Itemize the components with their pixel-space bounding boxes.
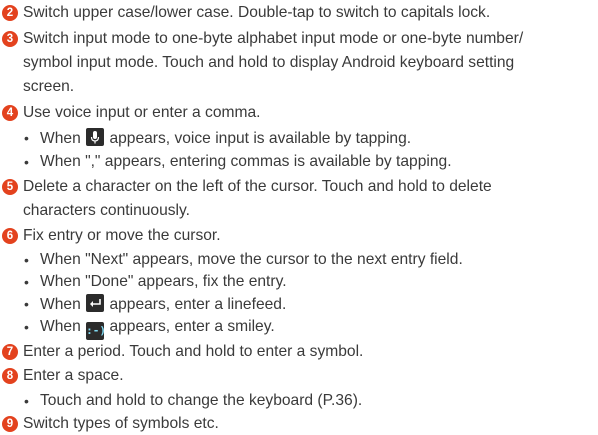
microphone-icon: [86, 128, 105, 146]
bullet-text: When appears, voice input is available b…: [40, 128, 412, 147]
bullet-text: When "Next" appears, move the cursor to …: [40, 251, 463, 268]
bullet-dot: •: [24, 319, 29, 335]
item-text: screen.: [23, 78, 75, 95]
number-badge: 3: [2, 31, 18, 47]
item-text: Delete a character on the left of the cu…: [23, 178, 492, 195]
number-badge: 2: [2, 5, 18, 21]
bullet-text: When "," appears, entering commas is ava…: [40, 153, 452, 170]
bullet-dot: •: [24, 393, 29, 409]
number-badge: 7: [2, 344, 18, 360]
item-text: Switch types of symbols etc.: [23, 415, 219, 432]
item-text: symbol input mode. Touch and hold to dis…: [23, 54, 515, 71]
item-text: Use voice input or enter a comma.: [23, 104, 261, 121]
enter-arrow-icon: [86, 294, 105, 312]
bullet-text: When appears, enter a linefeed.: [40, 294, 287, 313]
number-badge: 4: [2, 105, 18, 121]
bullet-text: When "Done" appears, fix the entry.: [40, 273, 287, 290]
bullet-text: Touch and hold to change the keyboard (P…: [40, 392, 363, 409]
bullet-dot: •: [24, 252, 29, 268]
bullet-dot: •: [24, 130, 29, 146]
item-text: Enter a space.: [23, 367, 124, 384]
item-text: Fix entry or move the cursor.: [23, 227, 221, 244]
bullet-dot: •: [24, 274, 29, 290]
bullet-dot: •: [24, 296, 29, 312]
number-badge: 5: [2, 179, 18, 195]
item-text: Switch input mode to one-byte alphabet i…: [23, 30, 524, 47]
bullet-dot: •: [24, 154, 29, 170]
item-text: Switch upper case/lower case. Double-tap…: [23, 4, 491, 21]
smiley-icon: :-): [86, 322, 106, 340]
bullet-text: When :-) appears, enter a smiley.: [40, 317, 275, 340]
item-text: Enter a period. Touch and hold to enter …: [23, 343, 364, 360]
item-text: characters continuously.: [23, 202, 190, 219]
instruction-list: 2 Switch upper case/lower case. Double-t…: [0, 0, 598, 435]
number-badge: 9: [2, 416, 18, 432]
number-badge: 6: [2, 228, 18, 244]
number-badge: 8: [2, 368, 18, 384]
